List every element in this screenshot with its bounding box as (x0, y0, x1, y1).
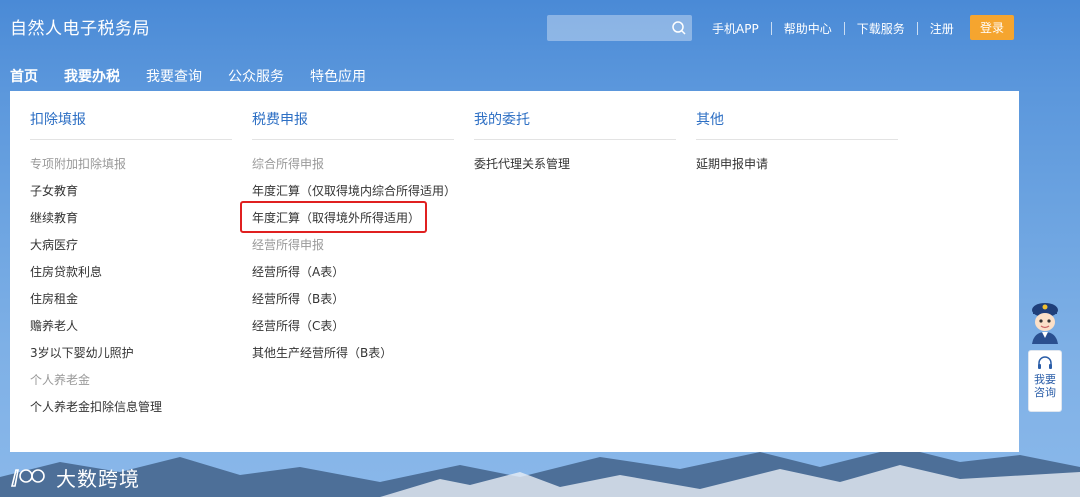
menu-subheading: 综合所得申报 (252, 157, 325, 171)
assistant-widget: 我要咨询 (1028, 298, 1062, 412)
help-center-link[interactable]: 帮助中心 (772, 20, 844, 37)
menu-column-title: 税费申报 (252, 109, 454, 140)
tax-officer-avatar-icon (1032, 303, 1058, 344)
menu-column-title: 其他 (696, 109, 898, 140)
consult-button[interactable]: 我要咨询 (1028, 350, 1062, 412)
menu-item-child-education[interactable]: 子女教育 (30, 181, 232, 208)
menu-column-tax-filing: 税费申报 综合所得申报 年度汇算（仅取得境内综合所得适用） 年度汇算（取得境外所… (252, 109, 456, 370)
top-links: 手机APP 帮助中心 下载服务 注册 (700, 20, 966, 37)
login-button[interactable]: 登录 (970, 15, 1014, 40)
register-link[interactable]: 注册 (918, 20, 966, 37)
menu-subheading: 专项附加扣除填报 (30, 157, 127, 171)
menu-column-title: 扣除填报 (30, 109, 232, 140)
dropdown-menu-panel: 扣除填报 专项附加扣除填报 子女教育 继续教育 大病医疗 住房贷款利息 住房租金… (10, 91, 1019, 452)
menu-column-title: 我的委托 (474, 109, 676, 140)
menu-item-other-business-b[interactable]: 其他生产经营所得（B表） (252, 343, 454, 370)
menu-item-housing-rent[interactable]: 住房租金 (30, 289, 232, 316)
nav-query[interactable]: 我要查询 (146, 66, 202, 86)
menu-subheading: 个人养老金 (30, 373, 91, 387)
menu-item-continuing-education[interactable]: 继续教育 (30, 208, 232, 235)
menu-subheading: 经营所得申报 (252, 238, 325, 252)
menu-item-annual-overseas[interactable]: 年度汇算（取得境外所得适用） (252, 208, 454, 235)
menu-item-business-a[interactable]: 经营所得（A表） (252, 262, 454, 289)
mobile-app-link[interactable]: 手机APP (700, 20, 771, 37)
consult-label: 我要咨询 (1034, 373, 1056, 399)
menu-item-annual-domestic[interactable]: 年度汇算（仅取得境内综合所得适用） (252, 181, 456, 208)
watermark-text: 大数跨境 (56, 467, 140, 491)
menu-column-deduction: 扣除填报 专项附加扣除填报 子女教育 继续教育 大病医疗 住房贷款利息 住房租金… (30, 109, 232, 424)
menu-column-delegation: 我的委托 委托代理关系管理 (474, 109, 676, 181)
search-input[interactable] (547, 15, 667, 41)
menu-item-pension-deduction[interactable]: 个人养老金扣除信息管理 (30, 397, 232, 424)
menu-item-agency-management[interactable]: 委托代理关系管理 (474, 154, 676, 181)
watermark: 大数跨境 (8, 463, 140, 492)
menu-item-business-b[interactable]: 经营所得（B表） (252, 289, 454, 316)
headset-icon (1038, 356, 1052, 369)
menu-item-extension-application[interactable]: 延期申报申请 (696, 154, 898, 181)
menu-item-business-c[interactable]: 经营所得（C表） (252, 316, 454, 343)
search-icon[interactable] (671, 20, 687, 36)
nav-tax-services[interactable]: 我要办税 (64, 66, 120, 86)
download-service-link[interactable]: 下载服务 (845, 20, 917, 37)
menu-column-other: 其他 延期申报申请 (696, 109, 898, 181)
main-nav: 首页 我要办税 我要查询 公众服务 特色应用 (10, 66, 392, 86)
menu-item-elderly-support[interactable]: 赡养老人 (30, 316, 232, 343)
menu-item-infant-care[interactable]: 3岁以下婴幼儿照护 (30, 343, 232, 370)
nav-public-services[interactable]: 公众服务 (228, 66, 284, 86)
watermark-logo-icon (10, 468, 45, 487)
search-box (547, 15, 692, 41)
nav-featured-apps[interactable]: 特色应用 (310, 66, 366, 86)
nav-home[interactable]: 首页 (10, 66, 38, 86)
menu-item-serious-illness[interactable]: 大病医疗 (30, 235, 232, 262)
menu-item-housing-loan-interest[interactable]: 住房贷款利息 (30, 262, 232, 289)
site-title: 自然人电子税务局 (10, 19, 150, 39)
